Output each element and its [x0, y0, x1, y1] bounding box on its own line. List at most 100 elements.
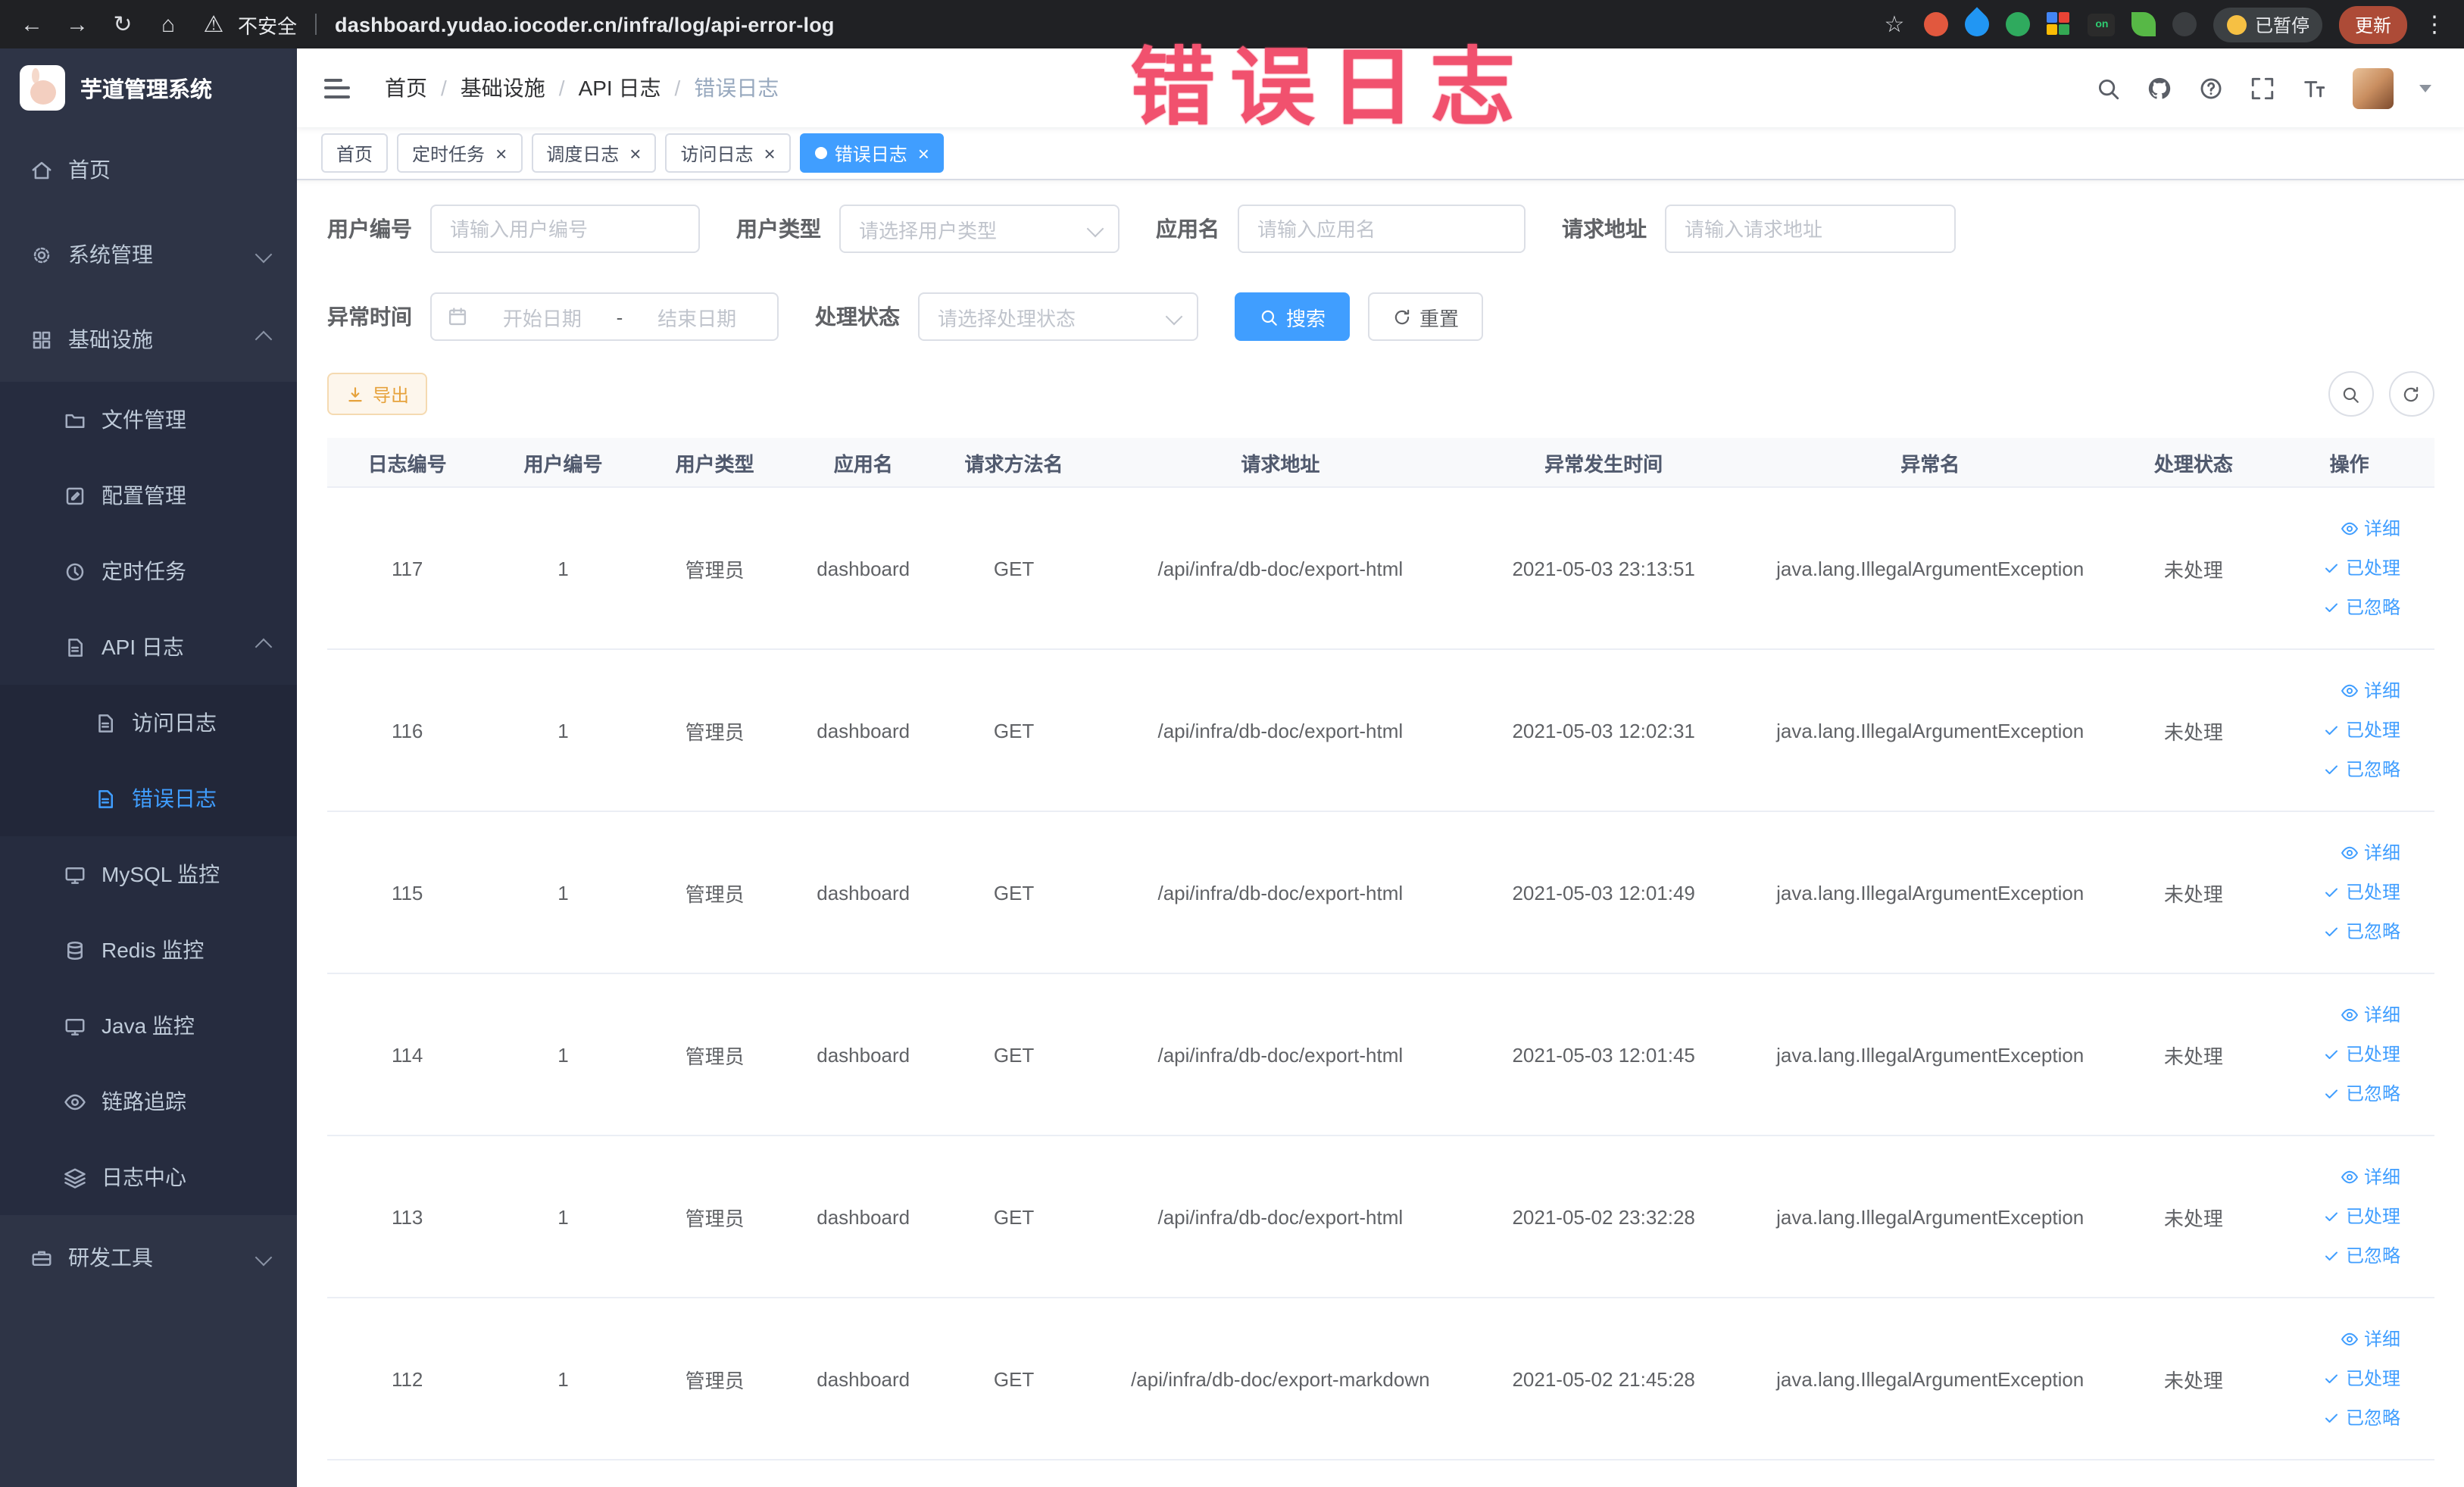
toggle-search-button[interactable]	[2328, 371, 2373, 417]
table-toolbar: 导出	[327, 371, 2434, 417]
extension-blue-drop-icon[interactable]	[1960, 7, 1995, 42]
fullscreen-icon[interactable]	[2249, 75, 2275, 101]
back-icon[interactable]: ←	[18, 13, 45, 36]
user-type-select[interactable]: 请选择用户类型	[839, 205, 1120, 253]
action-processed-link[interactable]: 已处理	[2271, 1197, 2400, 1236]
question-icon[interactable]	[2197, 75, 2223, 101]
cell-time: 2021-05-03 12:01:49	[1469, 811, 1739, 974]
action-detail-link[interactable]: 详细	[2271, 995, 2400, 1035]
tab-3[interactable]: 访问日志 ×	[665, 133, 791, 173]
action-detail-link[interactable]: 详细	[2271, 509, 2400, 548]
action-processed-link[interactable]: 已处理	[2271, 1359, 2400, 1398]
sidebar-item-2[interactable]: 基础设施	[0, 297, 297, 382]
sidebar-item-14[interactable]: 研发工具	[0, 1215, 297, 1300]
extension-on-badge-icon[interactable]: on	[2088, 13, 2116, 36]
start-date-placeholder[interactable]: 开始日期	[477, 302, 607, 331]
action-detail-link[interactable]: 详细	[2271, 833, 2400, 873]
action-ignored-link[interactable]: 已忽略	[2271, 588, 2400, 627]
action-ignored-link[interactable]: 已忽略	[2271, 912, 2400, 951]
address-bar[interactable]: ⚠ 不安全 dashboard.yudao.iocoder.cn/infra/l…	[200, 10, 1863, 39]
extension-color-grid-icon[interactable]	[2047, 12, 2072, 36]
avatar[interactable]	[2352, 67, 2393, 108]
action-ignored-link[interactable]: 已忽略	[2271, 750, 2400, 789]
sidebar-item-0[interactable]: 首页	[0, 127, 297, 212]
cell-exception-name: java.lang.IllegalArgumentException	[1738, 1136, 2122, 1298]
sidebar-item-7[interactable]: 访问日志	[0, 685, 297, 761]
sidebar-item-8[interactable]: 错误日志	[0, 761, 297, 836]
cell-request-url: /api/infra/db-doc/export-html	[1091, 811, 1469, 974]
user-id-input[interactable]	[430, 205, 700, 253]
request-url-input[interactable]	[1665, 205, 1956, 253]
bookmark-star-icon[interactable]: ☆	[1881, 13, 1908, 36]
extension-orange-icon[interactable]	[1924, 12, 1949, 36]
forward-icon[interactable]: →	[64, 13, 91, 36]
browser-menu-icon[interactable]: ⋮	[2423, 11, 2446, 38]
refresh-table-button[interactable]	[2388, 371, 2434, 417]
breadcrumb-separator: /	[674, 76, 681, 100]
cell-request-url: /api/infra/db-doc/export-markdown	[1091, 1298, 1469, 1460]
tab-0[interactable]: 首页	[321, 133, 389, 173]
sidebar-item-5[interactable]: 定时任务	[0, 533, 297, 609]
action-ignored-link[interactable]: 已忽略	[2271, 1074, 2400, 1114]
sidebar-item-12[interactable]: 链路追踪	[0, 1064, 297, 1139]
url-text[interactable]: dashboard.yudao.iocoder.cn/infra/log/api…	[335, 13, 835, 36]
profile-paused-badge[interactable]: 已暂停	[2213, 7, 2323, 42]
action-ignored-link[interactable]: 已忽略	[2271, 1398, 2400, 1438]
close-icon[interactable]: ×	[495, 143, 507, 163]
process-status-select[interactable]: 请选择处理状态	[918, 292, 1198, 341]
action-ignored-link[interactable]: 已忽略	[2271, 1236, 2400, 1276]
sidebar-item-9[interactable]: MySQL 监控	[0, 836, 297, 912]
action-detail-link[interactable]: 详细	[2271, 1320, 2400, 1359]
tab-4[interactable]: 错误日志 ×	[799, 133, 945, 173]
export-button[interactable]: 导出	[327, 373, 428, 415]
breadcrumb-item[interactable]: 首页	[385, 73, 427, 103]
date-range-picker[interactable]: 开始日期 - 结束日期	[430, 292, 779, 341]
sidebar-item-3[interactable]: 文件管理	[0, 382, 297, 458]
close-icon[interactable]: ×	[629, 143, 641, 163]
action-processed-link[interactable]: 已处理	[2271, 711, 2400, 750]
check-icon	[2323, 559, 2341, 577]
app-name-input[interactable]	[1238, 205, 1526, 253]
cell-exception-name: java.lang.IllegalArgumentException	[1738, 973, 2122, 1136]
sidebar-item-6[interactable]: API 日志	[0, 609, 297, 685]
cell-actions: 详细 已处理 已忽略	[2265, 487, 2434, 650]
sidebar-item-label: Java 监控	[101, 1014, 195, 1038]
close-icon[interactable]: ×	[918, 143, 929, 163]
sidebar-item-10[interactable]: Redis 监控	[0, 912, 297, 988]
action-processed-link[interactable]: 已处理	[2271, 1035, 2400, 1074]
font-size-icon[interactable]	[2300, 75, 2326, 101]
home-icon[interactable]: ⌂	[155, 13, 182, 36]
close-icon[interactable]: ×	[764, 143, 776, 163]
reload-icon[interactable]: ↻	[109, 13, 136, 36]
action-processed-link[interactable]: 已处理	[2271, 548, 2400, 588]
cell-user-id: 1	[487, 487, 639, 650]
end-date-placeholder[interactable]: 结束日期	[632, 302, 762, 331]
tab-2[interactable]: 调度日志 ×	[531, 133, 657, 173]
search-button[interactable]: 搜索	[1235, 292, 1351, 341]
sidebar-item-1[interactable]: 系统管理	[0, 212, 297, 297]
sidebar-item-4[interactable]: 配置管理	[0, 458, 297, 533]
browser-update-button[interactable]: 更新	[2339, 5, 2406, 43]
tab-1[interactable]: 定时任务 ×	[397, 133, 523, 173]
breadcrumb-item[interactable]: API 日志	[579, 73, 661, 103]
check-icon	[2323, 761, 2341, 779]
action-detail-link[interactable]: 详细	[2271, 671, 2400, 711]
sidebar-item-label: 访问日志	[132, 711, 217, 735]
breadcrumb-item[interactable]: 基础设施	[461, 73, 545, 103]
search-icon[interactable]	[2094, 75, 2120, 101]
cell-time: 2021-05-02 23:32:28	[1469, 1136, 1739, 1298]
github-icon[interactable]	[2146, 75, 2172, 101]
chevron-down-icon	[2419, 84, 2431, 92]
reset-button[interactable]: 重置	[1368, 292, 1484, 341]
sidebar-collapse-button[interactable]	[297, 48, 376, 127]
sidebar-item-11[interactable]: Java 监控	[0, 988, 297, 1064]
extension-dark-icon[interactable]	[2172, 12, 2197, 36]
extension-green-check-icon[interactable]	[2006, 12, 2031, 36]
sidebar-item-13[interactable]: 日志中心	[0, 1139, 297, 1215]
app-name-label: 应用名	[1156, 217, 1220, 241]
extension-leaf-icon[interactable]	[2131, 12, 2156, 36]
action-processed-link[interactable]: 已处理	[2271, 873, 2400, 912]
action-detail-link[interactable]: 详细	[2271, 1157, 2400, 1197]
cell-time: 2021-05-02 21:45:28	[1469, 1298, 1739, 1460]
error-log-table: 日志编号 用户编号 用户类型 应用名 请求方法名 请求地址 异常发生时间 异常名 处理状态 操作 …	[327, 438, 2434, 1460]
